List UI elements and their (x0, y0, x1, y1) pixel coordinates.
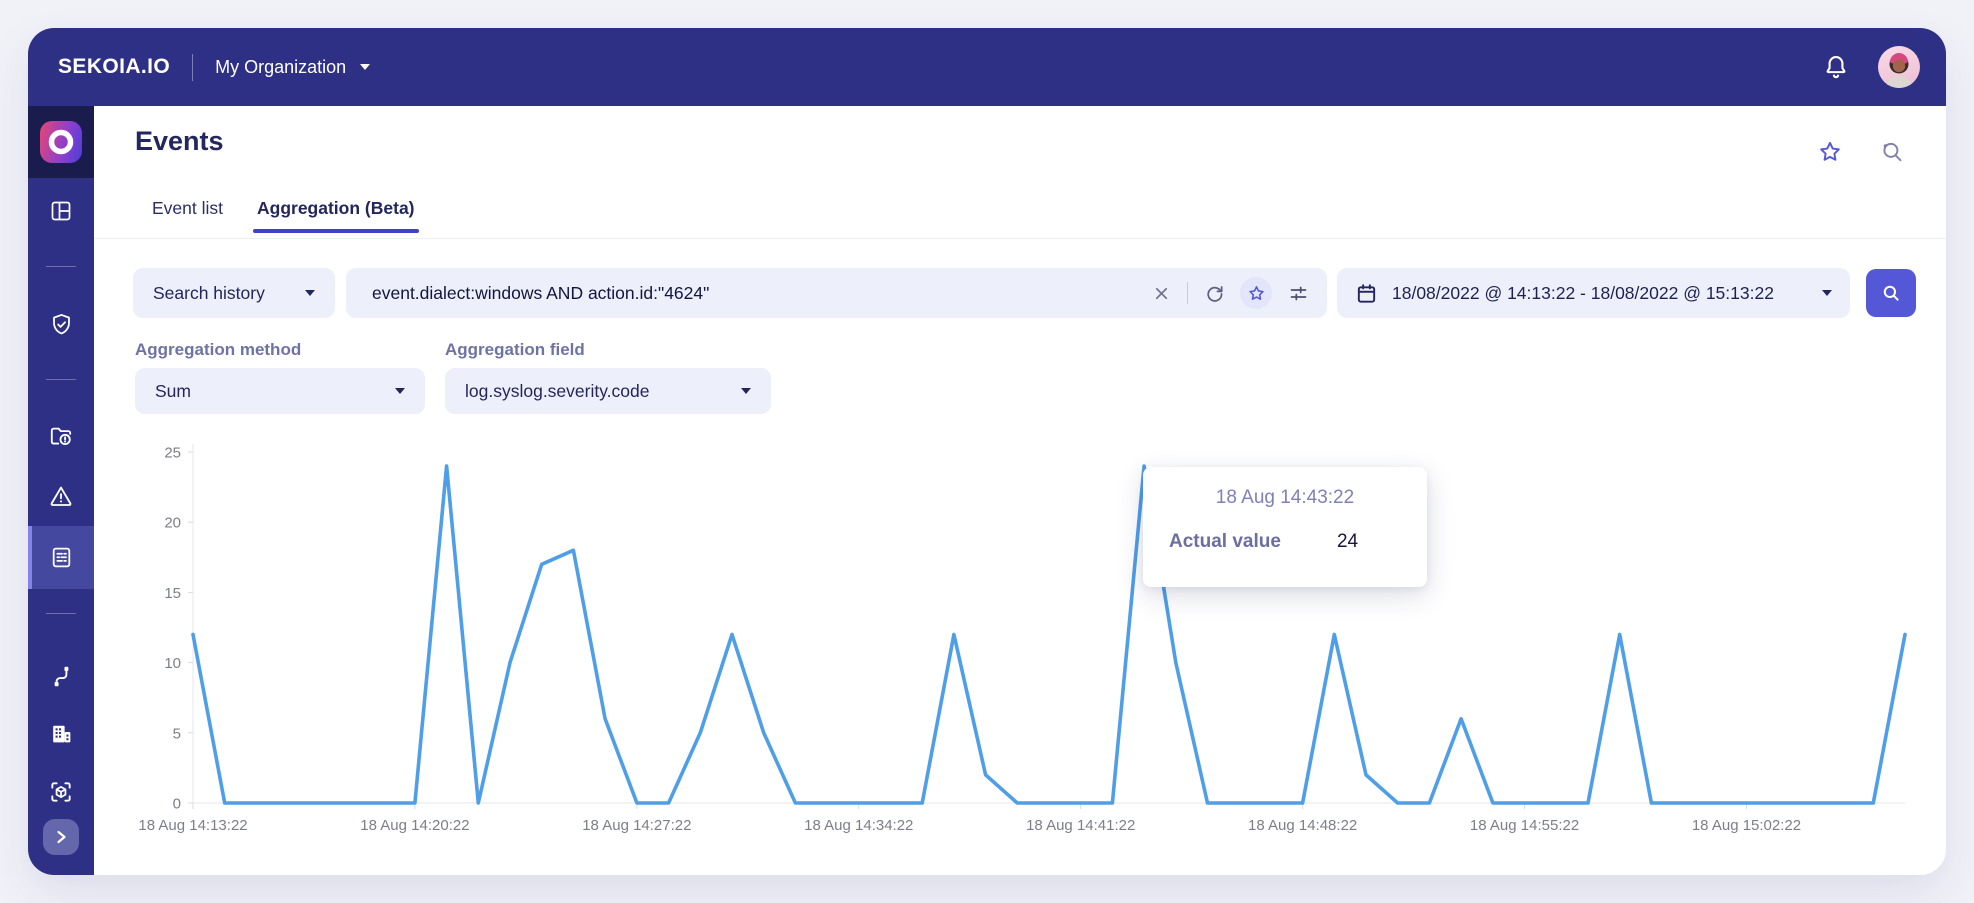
top-bar: SEKOIA.IO My Organization (28, 28, 1946, 106)
sidebar-item-dashboard[interactable] (28, 189, 94, 233)
tooltip-value: 24 (1336, 531, 1359, 552)
svg-text:0: 0 (173, 796, 181, 813)
aggregation-field-label: Aggregation field (445, 340, 585, 359)
expand-chevron-icon (57, 830, 66, 844)
dashboard-icon (51, 201, 71, 221)
tab-event-list[interactable]: Event list (152, 198, 223, 233)
svg-text:15: 15 (164, 585, 181, 602)
sidebar-item-folder[interactable] (28, 414, 94, 458)
search-submit-button[interactable] (1866, 269, 1916, 317)
svg-text:18 Aug 14:41:22: 18 Aug 14:41:22 (1026, 817, 1135, 834)
bell-icon[interactable] (1820, 51, 1852, 83)
main-content: Events Event list Aggregation (Beta) Sea… (94, 106, 1946, 875)
brand-logo-text: SEKOIA.IO (58, 55, 171, 78)
svg-text:10: 10 (164, 655, 181, 672)
aggregation-method-label: Aggregation method (135, 340, 302, 359)
tooltip-timestamp: 18 Aug 14:43:22 (1215, 487, 1355, 508)
avatar[interactable] (1878, 46, 1920, 88)
tabs-divider (94, 238, 1946, 239)
shield-check-icon (52, 313, 70, 334)
chart-tooltip: 18 Aug 14:43:22 Actual value 24 (1143, 467, 1427, 587)
warning-triangle-icon (50, 486, 72, 506)
svg-text:18 Aug 14:13:22: 18 Aug 14:13:22 (138, 817, 247, 834)
sidebar-divider (46, 379, 76, 380)
svg-text:18 Aug 15:02:22: 18 Aug 15:02:22 (1692, 817, 1801, 834)
chevron-down-icon (305, 290, 315, 296)
sidebar (28, 106, 94, 875)
aggregation-field-select[interactable]: log.syslog.severity.code (445, 368, 771, 414)
date-range-picker[interactable]: 18/08/2022 @ 14:13:22 - 18/08/2022 @ 15:… (1337, 268, 1850, 318)
search-settings-button[interactable] (1285, 280, 1311, 306)
events-document-icon (52, 547, 70, 568)
cube-scan-icon (51, 782, 71, 802)
page-title: Events (135, 126, 224, 156)
sidebar-item-community[interactable] (28, 711, 94, 755)
sidebar-item-events[interactable] (28, 526, 94, 589)
sidebar-logo-block[interactable] (28, 106, 94, 178)
organization-name: My Organization (215, 56, 347, 77)
sidebar-divider (46, 266, 76, 267)
svg-text:18 Aug 14:48:22: 18 Aug 14:48:22 (1248, 817, 1357, 834)
svg-text:18 Aug 14:20:22: 18 Aug 14:20:22 (360, 817, 469, 834)
svg-text:25: 25 (164, 445, 181, 462)
aggregation-field-value: log.syslog.severity.code (465, 380, 650, 401)
aggregation-chart[interactable]: 0 5 10 15 20 25 18 Aug 14:13:22 18 Aug 14:20:22… (135, 436, 1910, 834)
star-icon (1248, 285, 1264, 300)
intake-cable-icon (54, 666, 68, 686)
save-search-button[interactable] (1240, 277, 1272, 309)
chevron-down-icon (395, 388, 405, 394)
clear-search-button[interactable] (1148, 280, 1174, 306)
aggregation-method-select[interactable]: Sum (135, 368, 425, 414)
filter-sliders-icon (1290, 286, 1306, 300)
refresh-icon (1206, 285, 1223, 302)
svg-text:18 Aug 14:55:22: 18 Aug 14:55:22 (1470, 817, 1579, 834)
folder-alert-icon (50, 427, 72, 446)
star-icon (1820, 141, 1840, 161)
favorite-page-button[interactable] (1816, 138, 1844, 166)
date-range-value: 18/08/2022 @ 14:13:22 - 18/08/2022 @ 15:… (1392, 282, 1774, 303)
sidebar-divider (46, 613, 76, 614)
svg-text:5: 5 (173, 725, 181, 742)
search-history-select-value: Search history (153, 282, 265, 303)
sidebar-item-intakes[interactable] (28, 654, 94, 698)
search-query-input[interactable] (372, 282, 1148, 304)
building-icon (52, 725, 70, 742)
search-field-divider (1187, 282, 1188, 304)
refresh-button[interactable] (1201, 280, 1227, 306)
search-icon (1883, 285, 1899, 301)
search-history-button[interactable] (1878, 138, 1906, 166)
calendar-icon (1357, 283, 1376, 303)
sidebar-item-alerts[interactable] (28, 474, 94, 518)
chevron-down-icon (360, 64, 371, 70)
svg-text:20: 20 (164, 515, 181, 532)
svg-text:18 Aug 14:34:22: 18 Aug 14:34:22 (804, 817, 913, 834)
aggregation-method-value: Sum (155, 380, 191, 401)
sidebar-item-sandbox[interactable] (28, 770, 94, 814)
app-window: SEKOIA.IO My Organization Events Event l… (28, 28, 1946, 875)
organization-selector[interactable]: My Organization (215, 56, 371, 78)
sidebar-expand-button[interactable] (43, 819, 79, 855)
sekoia-logo-icon (40, 121, 82, 163)
chevron-down-icon (741, 388, 751, 394)
svg-text:18 Aug 14:27:22: 18 Aug 14:27:22 (582, 817, 691, 834)
search-query-field[interactable] (346, 268, 1327, 318)
sidebar-item-shield[interactable] (28, 302, 94, 346)
search-history-select[interactable]: Search history (133, 268, 335, 318)
chevron-down-icon (1822, 290, 1832, 296)
line-chart[interactable]: 0 5 10 15 20 25 18 Aug 14:13:22 18 Aug 14:20:22… (135, 436, 1910, 834)
tab-aggregation[interactable]: Aggregation (Beta) (253, 198, 418, 233)
tooltip-label: Actual value (1169, 531, 1281, 552)
topbar-divider (192, 53, 194, 81)
search-history-icon (1883, 142, 1902, 162)
